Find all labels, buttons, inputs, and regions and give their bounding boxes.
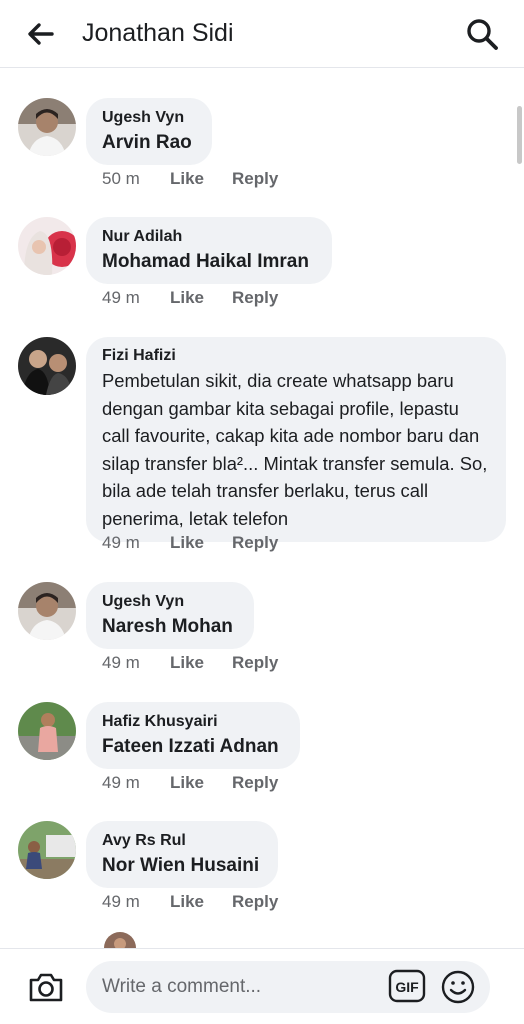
comment-meta: 49 m Like Reply (102, 773, 278, 793)
comment-meta: 50 m Like Reply (102, 169, 278, 189)
comment-bubble[interactable]: Fizi Hafizi Pembetulan sikit, dia create… (86, 337, 506, 542)
avatar[interactable] (18, 702, 76, 760)
comment-time: 50 m (102, 169, 140, 188)
comment-time: 49 m (102, 533, 140, 552)
arrow-left-icon[interactable] (22, 16, 58, 52)
comment-text: Nor Wien Husaini (102, 855, 260, 876)
comment-text: Mohamad Haikal Imran (102, 251, 309, 272)
avatar[interactable] (18, 98, 76, 156)
like-link[interactable]: Like (170, 653, 232, 673)
comment-input-placeholder: Write a comment... (102, 976, 262, 997)
comment-author[interactable]: Nur Adilah (102, 226, 314, 248)
reply-link[interactable]: Reply (232, 533, 278, 553)
comment-bubble[interactable]: Ugesh Vyn Naresh Mohan (86, 582, 254, 649)
avatar[interactable] (18, 582, 76, 640)
comment-time: 49 m (102, 773, 140, 792)
comment-meta: 49 m Like Reply (102, 892, 278, 912)
reply-link[interactable]: Reply (232, 892, 278, 912)
avatar[interactable] (18, 217, 76, 275)
comment-composer: Write a comment... GIF (0, 948, 524, 1024)
comment-time: 49 m (102, 653, 140, 672)
page-title: Jonathan Sidi (82, 19, 234, 47)
comment-text: Pembetulan sikit, dia create whatsapp ba… (102, 370, 488, 529)
camera-icon[interactable] (26, 967, 66, 1007)
comment-author[interactable]: Ugesh Vyn (102, 591, 236, 613)
reply-avatar[interactable] (102, 930, 138, 948)
comment-author[interactable]: Ugesh Vyn (102, 107, 194, 129)
comment-author[interactable]: Avy Rs Rul (102, 830, 260, 852)
reply-link[interactable]: Reply (232, 288, 278, 308)
comment-text: Arvin Rao (102, 132, 192, 153)
comment-input[interactable]: Write a comment... GIF (86, 961, 490, 1013)
reply-link[interactable]: Reply (232, 653, 278, 673)
scrollbar[interactable] (517, 106, 522, 164)
gif-icon[interactable]: GIF (388, 969, 426, 1003)
like-link[interactable]: Like (170, 533, 232, 553)
comment-bubble[interactable]: Hafiz Khusyairi Fateen Izzati Adnan (86, 702, 300, 769)
comment-time: 49 m (102, 892, 140, 911)
like-link[interactable]: Like (170, 169, 232, 189)
header-bar: Jonathan Sidi (0, 0, 524, 68)
comment-bubble[interactable]: Avy Rs Rul Nor Wien Husaini (86, 821, 278, 888)
comment-bubble[interactable]: Nur Adilah Mohamad Haikal Imran (86, 217, 332, 284)
like-link[interactable]: Like (170, 773, 232, 793)
comment-text: Fateen Izzati Adnan (102, 736, 279, 757)
gif-label: GIF (395, 979, 419, 995)
avatar[interactable] (18, 821, 76, 879)
comment-meta: 49 m Like Reply (102, 653, 278, 673)
like-link[interactable]: Like (170, 288, 232, 308)
smiley-icon[interactable] (440, 969, 476, 1005)
avatar[interactable] (18, 337, 76, 395)
comment-text: Naresh Mohan (102, 616, 233, 637)
reply-link[interactable]: Reply (232, 773, 278, 793)
reply-link[interactable]: Reply (232, 169, 278, 189)
comment-meta: 49 m Like Reply (102, 288, 278, 308)
like-link[interactable]: Like (170, 892, 232, 912)
comment-author[interactable]: Hafiz Khusyairi (102, 711, 282, 733)
comment-time: 49 m (102, 288, 140, 307)
search-icon[interactable] (462, 14, 502, 54)
comment-meta: 49 m Like Reply (102, 533, 278, 553)
comment-author[interactable]: Fizi Hafizi (102, 345, 488, 367)
comment-bubble[interactable]: Ugesh Vyn Arvin Rao (86, 98, 212, 165)
